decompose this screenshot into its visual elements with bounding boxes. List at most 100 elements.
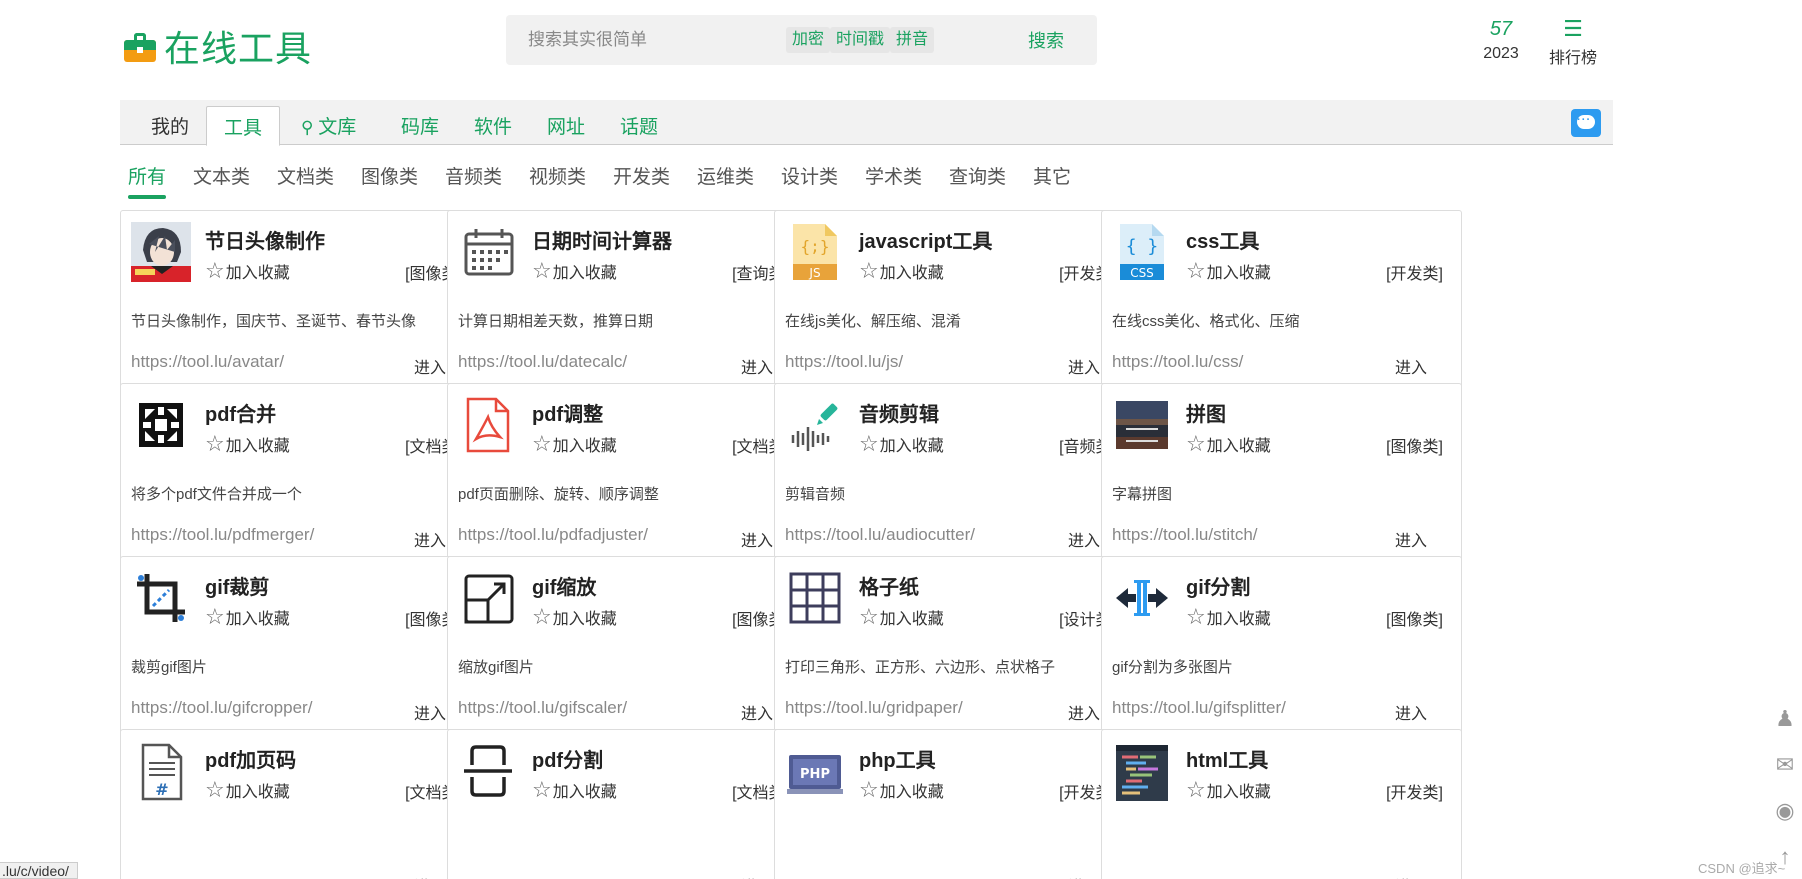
- category-dev[interactable]: 开发类: [613, 162, 670, 189]
- add-favorite-button[interactable]: ☆ 加入收藏: [205, 778, 290, 802]
- enter-button[interactable]: 进入: [741, 354, 773, 378]
- category-other[interactable]: 其它: [1033, 162, 1071, 189]
- card-url[interactable]: https://tool.lu/js/: [785, 352, 903, 372]
- card-title[interactable]: pdf合并: [205, 398, 276, 427]
- card-title[interactable]: 日期时间计算器: [532, 225, 672, 254]
- category-audio[interactable]: 音频类: [445, 162, 502, 189]
- tool-card[interactable]: 节日头像制作 ☆ 加入收藏 [图像类] 节日头像制作，国庆节、圣诞节、春节头像 https…: [120, 210, 481, 393]
- nav-item-library[interactable]: ⚲ 文库: [301, 112, 356, 139]
- enter-button[interactable]: 进入: [414, 873, 446, 879]
- card-url[interactable]: https://tool.lu/audiocutter/: [785, 525, 975, 545]
- category-image[interactable]: 图像类: [361, 162, 418, 189]
- tool-card[interactable]: { } CSS css工具 ☆ 加入收藏 [开发类] 在线css美化、格式化、压缩 https…: [1101, 210, 1462, 393]
- tool-card[interactable]: 拼图 ☆ 加入收藏 [图像类] 字幕拼图 https://tool.lu/stitch/进…: [1101, 383, 1462, 566]
- category-all[interactable]: 所有: [128, 162, 167, 199]
- nav-item-urls[interactable]: 网址: [547, 112, 585, 139]
- tool-card[interactable]: gif裁剪 ☆ 加入收藏 [图像类] 裁剪gif图片 https://tool.lu/gi…: [120, 556, 481, 739]
- category-ops[interactable]: 运维类: [697, 162, 754, 189]
- tool-card[interactable]: PHPphp工具☆加入收藏[开发类]进入: [774, 729, 1135, 879]
- card-title[interactable]: 格子纸: [859, 571, 919, 600]
- tool-card[interactable]: 日期时间计算器 ☆ 加入收藏 [查询类] 计算日期相差天数，推算日期 https://to…: [447, 210, 808, 393]
- weibo-icon[interactable]: ◉: [1772, 796, 1798, 826]
- card-title[interactable]: 拼图: [1186, 398, 1226, 427]
- site-logo[interactable]: 在线工具: [124, 20, 312, 72]
- card-url[interactable]: https://tool.lu/gifscaler/: [458, 698, 627, 718]
- wechat-icon[interactable]: ✉: [1772, 750, 1798, 780]
- card-title[interactable]: 节日头像制作: [205, 225, 325, 254]
- search-button[interactable]: 搜索: [1028, 27, 1064, 53]
- category-query[interactable]: 查询类: [949, 162, 1006, 189]
- add-favorite-button[interactable]: ☆ 加入收藏: [1186, 432, 1271, 456]
- search-tag-encrypt[interactable]: 加密: [786, 27, 831, 53]
- card-url[interactable]: https://tool.lu/stitch/: [1112, 525, 1258, 545]
- add-favorite-button[interactable]: ☆ 加入收藏: [205, 432, 290, 456]
- nav-item-topics[interactable]: 话题: [620, 112, 658, 139]
- card-title[interactable]: css工具: [1186, 225, 1259, 254]
- card-title[interactable]: php工具: [859, 744, 936, 773]
- tool-card[interactable]: html工具 ☆加入收藏 [开发类] 进入: [1101, 729, 1462, 879]
- add-favorite-button[interactable]: ☆ 加入收藏: [859, 778, 944, 802]
- enter-button[interactable]: 进入: [1068, 354, 1100, 378]
- card-category[interactable]: [图像类]: [1386, 606, 1443, 630]
- category-text[interactable]: 文本类: [193, 162, 250, 189]
- card-category[interactable]: [开发类]: [1386, 260, 1443, 284]
- card-url[interactable]: https://tool.lu/pdfmerger/: [131, 525, 314, 545]
- category-design[interactable]: 设计类: [781, 162, 838, 189]
- ranking-link[interactable]: ☰ 排行榜: [1546, 18, 1600, 68]
- enter-button[interactable]: 进入: [1068, 700, 1100, 724]
- card-url[interactable]: https://tool.lu/pdfadjuster/: [458, 525, 648, 545]
- add-favorite-button[interactable]: ☆ 加入收藏: [532, 605, 617, 629]
- add-favorite-button[interactable]: ☆ 加入收藏: [1186, 259, 1271, 283]
- nav-item-mine[interactable]: 我的: [151, 112, 189, 139]
- tool-card[interactable]: 格子纸 ☆ 加入收藏 [设计类] 打印三角形、正方形、六边形、点状格子 https://t…: [774, 556, 1135, 739]
- enter-button[interactable]: 进入: [414, 527, 446, 551]
- enter-button[interactable]: 进入: [1068, 873, 1100, 879]
- year-badge[interactable]: 57 2023: [1478, 18, 1524, 63]
- tool-card[interactable]: gif分割 ☆ 加入收藏 [图像类] gif分割为多张图片 https://tool.lu…: [1101, 556, 1462, 739]
- category-video[interactable]: 视频类: [529, 162, 586, 189]
- tool-card[interactable]: pdf合并 ☆ 加入收藏 [文档类] 将多个pdf文件合并成一个 https://tool…: [120, 383, 481, 566]
- enter-button[interactable]: 进入: [414, 354, 446, 378]
- add-favorite-button[interactable]: ☆ 加入收藏: [205, 605, 290, 629]
- qq-icon[interactable]: ♟: [1772, 704, 1798, 734]
- add-favorite-button[interactable]: ☆ 加入收藏: [532, 432, 617, 456]
- card-title[interactable]: pdf加页码: [205, 744, 296, 773]
- tool-card[interactable]: pdf调整 ☆ 加入收藏 [文档类] pdf页面删除、旋转、顺序调整 https://to…: [447, 383, 808, 566]
- tool-card[interactable]: #pdf加页码☆加入收藏[文档类]进入: [120, 729, 481, 879]
- search-tag-timestamp[interactable]: 时间戳: [830, 27, 891, 53]
- card-url[interactable]: https://tool.lu/datecalc/: [458, 352, 627, 372]
- tool-card[interactable]: {;} JS javascript工具 ☆ 加入收藏 [开发类] 在线js美化、解压缩、混淆…: [774, 210, 1135, 393]
- card-url[interactable]: https://tool.lu/avatar/: [131, 352, 284, 372]
- add-favorite-button[interactable]: ☆ 加入收藏: [532, 259, 617, 283]
- search-tag-pinyin[interactable]: 拼音: [890, 27, 935, 53]
- add-favorite-button[interactable]: ☆ 加入收藏: [532, 778, 617, 802]
- enter-button[interactable]: 进入: [1395, 873, 1427, 879]
- card-title[interactable]: 音频剪辑: [859, 398, 939, 427]
- category-document[interactable]: 文档类: [277, 162, 334, 189]
- enter-button[interactable]: 进入: [741, 873, 773, 879]
- card-url[interactable]: https://tool.lu/gifsplitter/: [1112, 698, 1286, 718]
- card-title[interactable]: gif分割: [1186, 571, 1250, 600]
- category-academic[interactable]: 学术类: [865, 162, 922, 189]
- card-category[interactable]: [开发类]: [1386, 779, 1443, 803]
- enter-button[interactable]: 进入: [1395, 527, 1427, 551]
- enter-button[interactable]: 进入: [741, 700, 773, 724]
- add-favorite-button[interactable]: ☆ 加入收藏: [859, 605, 944, 629]
- add-favorite-button[interactable]: ☆ 加入收藏: [1186, 778, 1271, 802]
- enter-button[interactable]: 进入: [414, 700, 446, 724]
- card-title[interactable]: javascript工具: [859, 225, 992, 254]
- nav-item-codebase[interactable]: 码库: [401, 112, 439, 139]
- search-input[interactable]: [528, 30, 808, 50]
- card-url[interactable]: https://tool.lu/gifcropper/: [131, 698, 312, 718]
- tool-card[interactable]: 音频剪辑 ☆ 加入收藏 [音频类] 剪辑音频 https://tool.lu/audioc…: [774, 383, 1135, 566]
- tool-card[interactable]: gif缩放 ☆ 加入收藏 [图像类] 缩放gif图片 https://tool.lu/gi…: [447, 556, 808, 739]
- card-title[interactable]: gif缩放: [532, 571, 596, 600]
- card-title[interactable]: gif裁剪: [205, 571, 269, 600]
- card-title[interactable]: html工具: [1186, 744, 1268, 773]
- add-favorite-button[interactable]: ☆ 加入收藏: [859, 432, 944, 456]
- card-url[interactable]: https://tool.lu/gridpaper/: [785, 698, 963, 718]
- card-category[interactable]: [图像类]: [1386, 433, 1443, 457]
- enter-button[interactable]: 进入: [741, 527, 773, 551]
- enter-button[interactable]: 进入: [1395, 354, 1427, 378]
- nav-item-software[interactable]: 软件: [474, 112, 512, 139]
